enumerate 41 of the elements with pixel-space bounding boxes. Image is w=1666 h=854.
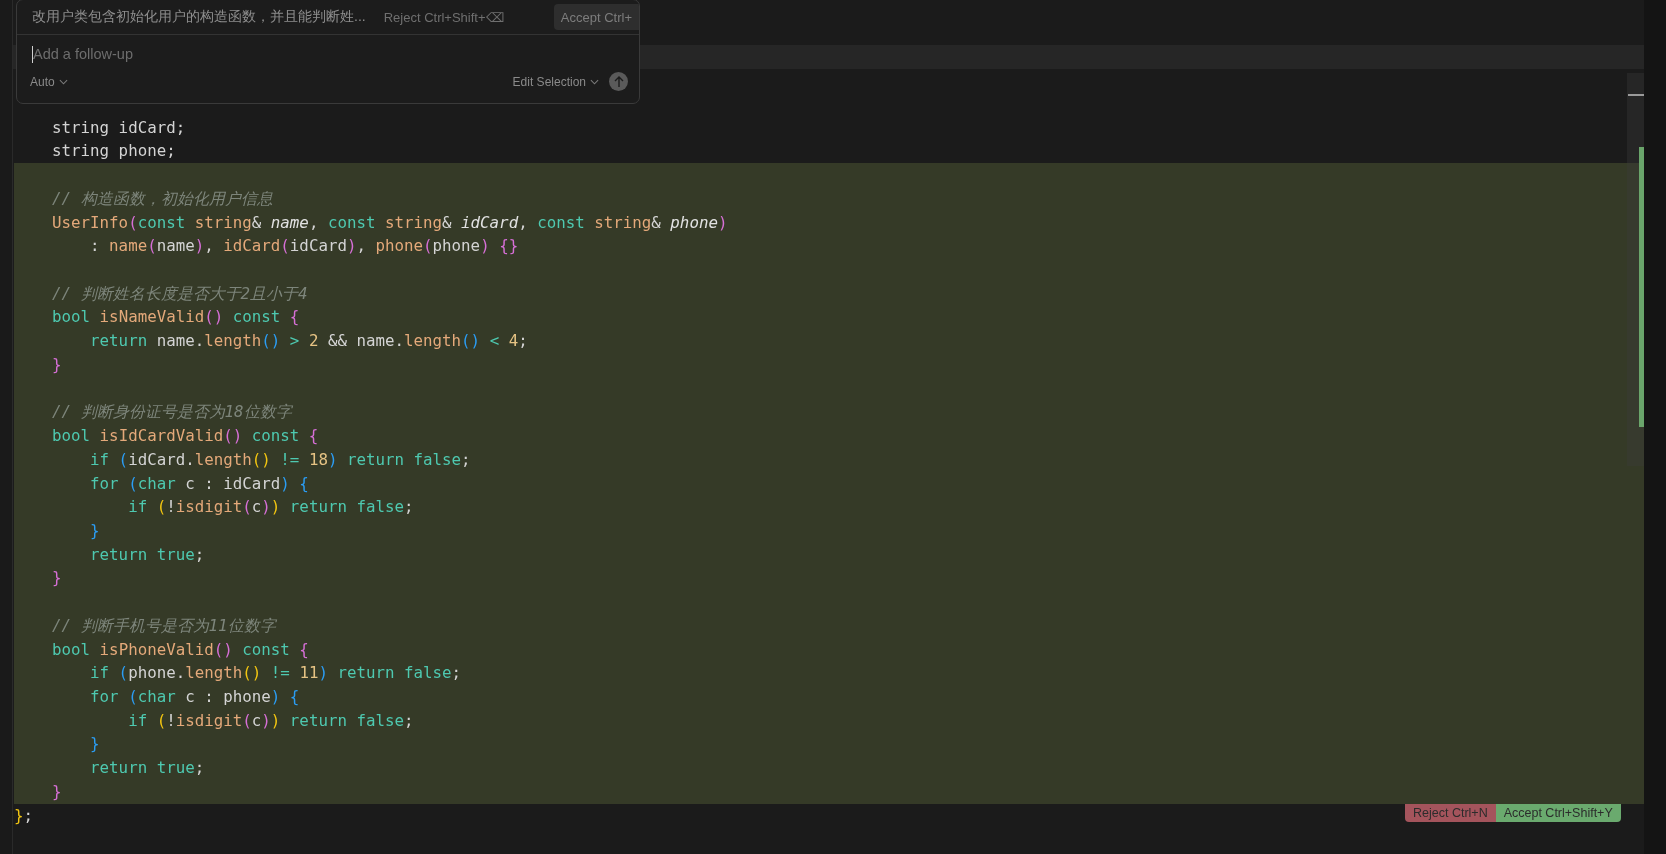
code-line: } [89,519,100,542]
cursor-marker [1628,94,1644,96]
code-line: if (idCard.length() != 18) return false; [89,448,471,471]
code-line: // 判断身份证号是否为18位数字 [51,401,292,424]
chevron-down-icon [58,78,68,85]
code-line: } [51,567,62,590]
code-line: // 判断姓名长度是否大于2且小于4 [51,282,308,305]
chevron-down-icon [590,78,599,85]
reject-button[interactable]: Reject Ctrl+Shift+⌫ [383,9,504,25]
code-line: for (char c : idCard) { [89,472,309,495]
code-line: } [89,733,100,756]
send-button[interactable] [609,72,628,91]
code-line: if (phone.length() != 11) return false; [89,662,462,685]
follow-up-field[interactable]: Add a follow-up [33,46,625,62]
code-line: UserInfo(const string& name, const string& idCard, const string& phone) [51,211,728,234]
accept-button[interactable]: Accept Ctrl+ [553,4,639,30]
code-line: if (!isdigit(c)) return false; [127,496,414,519]
code-line: } [51,780,62,803]
code-line: string idCard; [51,116,186,139]
code-line: }; [14,804,34,827]
code-line: string phone; [51,140,176,163]
code-line: return true; [89,543,205,566]
arrow-up-icon [613,75,624,88]
prompt-text: 改用户类包含初始化用户的构造函数，并且能判断姓... [32,8,366,26]
code-line: return name.length() > 2 && name.length() < 4; [89,330,528,353]
code-line: bool isIdCardValid() const { [51,425,319,448]
code-line: if (!isdigit(c)) return false; [127,709,414,732]
code-line: // 构造函数，初始化用户信息 [51,187,273,210]
code-line: : name(name), idCard(idCard), phone(phone) {} [89,235,519,258]
code-line: // 判断手机号是否为11位数字 [51,614,276,637]
scrollbar[interactable] [1627,73,1644,466]
text-cursor [32,45,33,63]
code-line: return true; [89,757,205,780]
accept-button[interactable]: Accept Ctrl+Shift+Y [1495,804,1621,822]
mode-dropdown[interactable]: Edit Selection [512,74,599,89]
code-line: } [51,353,62,376]
code-line: bool isNameValid() const { [51,306,300,329]
reject-button[interactable]: Reject Ctrl+N [1405,804,1496,822]
code-line: for (char c : phone) { [89,685,300,708]
model-dropdown[interactable]: Auto [30,74,68,89]
code-line: bool isPhoneValid() const { [51,638,309,661]
